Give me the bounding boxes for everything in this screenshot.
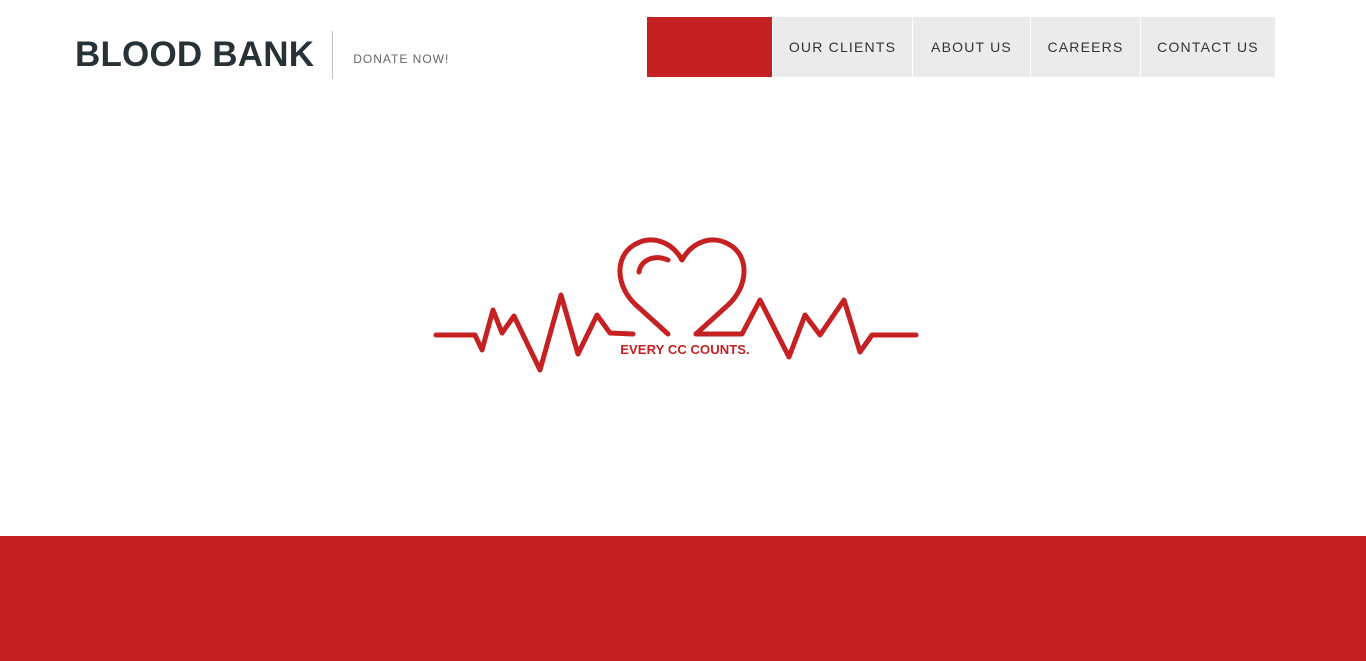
brand-divider — [332, 31, 334, 79]
nav-item-contact-us[interactable]: CONTACT US — [1140, 17, 1275, 77]
nav-item-active[interactable] — [647, 17, 772, 77]
footer-band — [0, 536, 1366, 661]
hero-logo: EVERY CC COUNTS. — [430, 230, 920, 380]
main-nav: OUR CLIENTS ABOUT US CAREERS CONTACT US — [647, 17, 1275, 77]
nav-item-our-clients[interactable]: OUR CLIENTS — [772, 17, 912, 77]
brand: BLOOD BANK DONATE NOW! — [75, 30, 449, 80]
slogan: EVERY CC COUNTS. — [620, 342, 750, 357]
ecg-line-left — [433, 292, 636, 373]
page: BLOOD BANK DONATE NOW! OUR CLIENTS ABOUT… — [0, 0, 1366, 661]
site-title[interactable]: BLOOD BANK — [75, 30, 314, 80]
nav-item-about-us[interactable]: ABOUT US — [912, 17, 1030, 77]
heartbeat-heart-icon — [433, 237, 919, 373]
donate-now-link[interactable]: DONATE NOW! — [353, 52, 449, 66]
heart-outline — [617, 237, 747, 337]
heart-highlight — [636, 255, 671, 275]
nav-item-careers[interactable]: CAREERS — [1030, 17, 1140, 77]
